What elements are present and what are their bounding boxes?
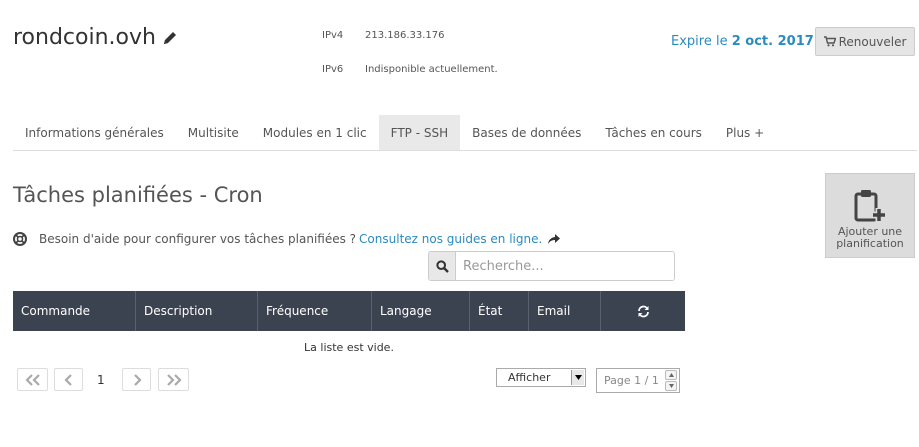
empty-list-message: La liste est vide. xyxy=(304,341,394,354)
caret-up-icon xyxy=(668,373,674,377)
refresh-button[interactable] xyxy=(601,291,685,331)
expire-prefix: Expire le xyxy=(671,34,728,49)
guides-link[interactable]: Consultez nos guides en ligne. xyxy=(359,232,542,246)
chevron-left-icon xyxy=(63,373,72,386)
last-page-button[interactable] xyxy=(158,368,189,391)
expire-date: 2 oct. 2017 xyxy=(731,34,814,49)
cart-icon xyxy=(823,36,836,47)
help-line: Besoin d'aide pour configurer vos tâches… xyxy=(13,232,561,246)
items-per-page-select[interactable]: Afficher xyxy=(496,368,586,387)
spin-up-button[interactable] xyxy=(665,370,677,380)
select-arrow xyxy=(571,370,584,385)
tab-tasks[interactable]: Tâches en cours xyxy=(593,115,713,150)
column-email[interactable]: Email xyxy=(529,291,601,331)
refresh-icon xyxy=(637,305,649,317)
clipboard-add-icon xyxy=(854,190,886,222)
search-icon xyxy=(435,259,449,273)
tab-general-info[interactable]: Informations générales xyxy=(13,115,176,150)
column-frequency[interactable]: Fréquence xyxy=(258,291,372,331)
add-schedule-button[interactable]: Ajouter une planification xyxy=(825,173,915,258)
page-spinner xyxy=(665,370,677,391)
double-chevron-right-icon xyxy=(166,373,182,386)
expiration-info: Expire le 2 oct. 2017 xyxy=(671,34,814,49)
search-input[interactable] xyxy=(456,252,674,280)
tab-ftp-ssh[interactable]: FTP - SSH xyxy=(378,115,461,150)
domain-title: rondcoin.ovh xyxy=(13,25,178,50)
add-schedule-label-2: planification xyxy=(836,237,904,250)
ipv6-label: IPv6 xyxy=(322,64,344,75)
tab-more[interactable]: Plus + xyxy=(714,115,776,150)
tab-bar: Informations générales Multisite Modules… xyxy=(13,115,917,151)
spin-down-button[interactable] xyxy=(665,381,677,391)
tab-multisite[interactable]: Multisite xyxy=(176,115,251,150)
prev-page-button[interactable] xyxy=(54,368,83,391)
page-input-placeholder: Page 1 / 1 xyxy=(604,374,659,387)
share-arrow-icon xyxy=(548,234,561,244)
ipv6-value: Indisponible actuellement. xyxy=(365,64,498,75)
caret-down-icon xyxy=(574,375,582,380)
ipv4-label: IPv4 xyxy=(322,30,344,41)
search-box xyxy=(428,251,675,281)
column-command[interactable]: Commande xyxy=(13,291,136,331)
show-select-value: Afficher xyxy=(508,371,551,384)
column-state[interactable]: État xyxy=(470,291,529,331)
caret-down-icon xyxy=(668,384,674,388)
renew-label: Renouveler xyxy=(838,34,907,49)
page-title: Tâches planifiées - Cron xyxy=(13,183,263,207)
help-text: Besoin d'aide pour configurer vos tâches… xyxy=(39,232,357,246)
renew-button[interactable]: Renouveler xyxy=(815,27,915,56)
search-addon xyxy=(429,252,456,280)
tab-modules[interactable]: Modules en 1 clic xyxy=(251,115,379,150)
current-page: 1 xyxy=(97,373,105,387)
table-header: Commande Description Fréquence Langage É… xyxy=(13,291,685,331)
pencil-icon[interactable] xyxy=(162,30,178,46)
ipv4-value: 213.186.33.176 xyxy=(365,30,445,41)
lifebuoy-icon xyxy=(13,232,27,246)
column-language[interactable]: Langage xyxy=(372,291,470,331)
column-description[interactable]: Description xyxy=(136,291,258,331)
domain-name: rondcoin.ovh xyxy=(13,25,156,50)
first-page-button[interactable] xyxy=(17,368,48,391)
double-chevron-left-icon xyxy=(24,373,40,386)
chevron-right-icon xyxy=(133,373,142,386)
next-page-button[interactable] xyxy=(122,368,151,391)
page-number-input[interactable]: Page 1 / 1 xyxy=(596,368,680,393)
tab-databases[interactable]: Bases de données xyxy=(460,115,593,150)
